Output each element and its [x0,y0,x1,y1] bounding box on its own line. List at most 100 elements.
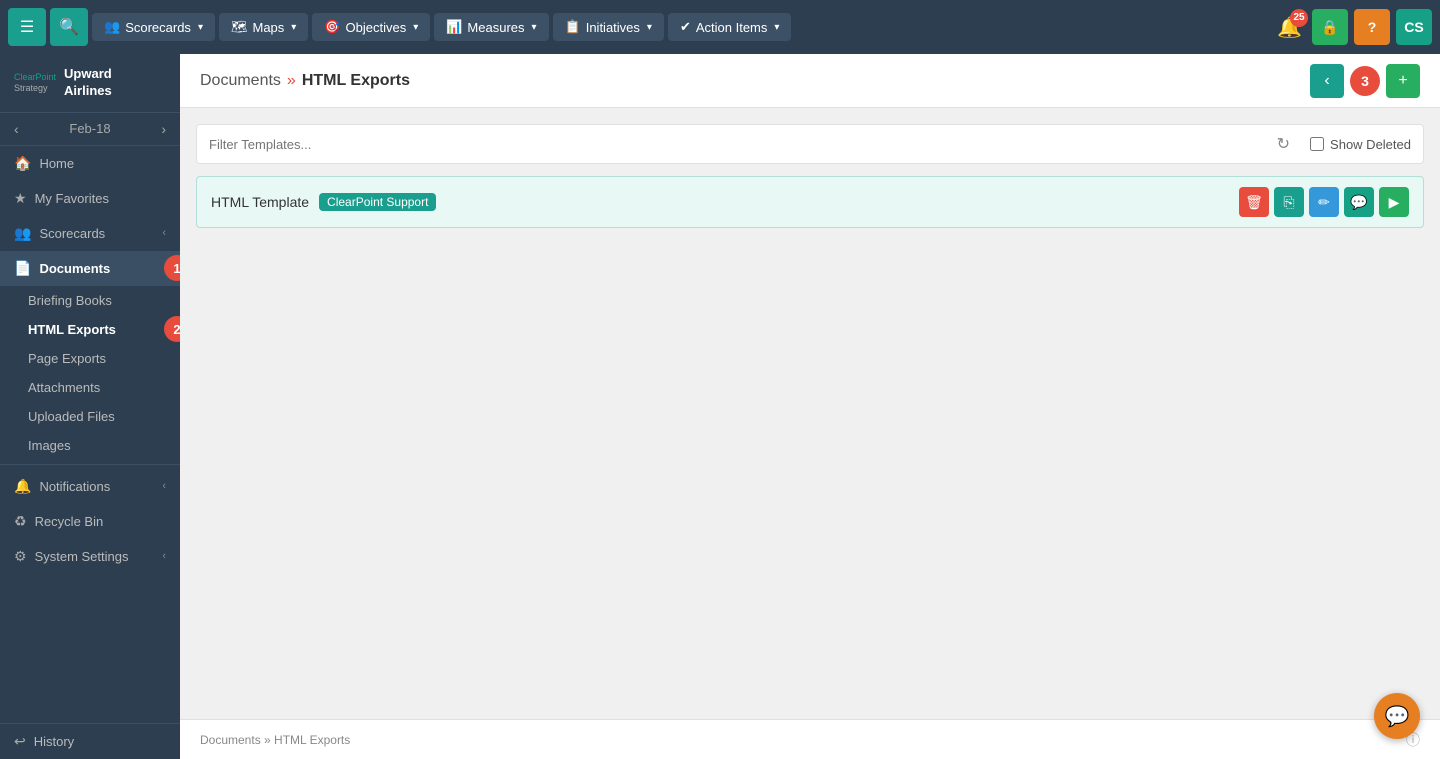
support-badge: ClearPoint Support [319,193,436,211]
scorecards-nav-icon: 👥 [104,19,120,35]
home-icon: 🏠 [14,155,31,172]
star-icon: ★ [14,190,27,207]
chat-icon: 💬 [1385,704,1410,729]
maps-nav-button[interactable]: 🗺 Maps ▾ [219,13,308,41]
sidebar-item-notifications[interactable]: 🔔 Notifications ‹ [0,469,180,504]
period-next-button[interactable]: › [161,121,166,137]
annotation-badge-3: 3 [1350,66,1380,96]
notification-badge: 25 [1290,9,1308,27]
sidebar-item-home[interactable]: 🏠 Home [0,146,180,181]
template-actions: 🗑 ⎘ ✏ 💬 ▶ [1239,187,1409,217]
lock-icon: 🔒 [1321,19,1338,36]
breadcrumb-separator: » [287,72,296,90]
sidebar-item-uploaded-files[interactable]: Uploaded Files [0,402,180,431]
sidebar-item-documents[interactable]: 📄 Documents 1 [0,251,180,286]
dropdown-arrow-icon: ▾ [774,22,779,33]
copy-template-button[interactable]: ⎘ [1274,187,1304,217]
collapse-arrow-icon: ‹ [162,480,166,492]
prev-page-button[interactable]: ‹ [1310,64,1344,98]
period-label: Feb-18 [69,121,110,136]
delete-template-button[interactable]: 🗑 [1239,187,1269,217]
dropdown-arrow-icon: ▾ [647,22,652,33]
documents-icon: 📄 [14,260,31,277]
sidebar-item-recycle-bin[interactable]: ♻ Recycle Bin [0,504,180,539]
objectives-nav-icon: 🎯 [324,19,340,35]
content-header: Documents » HTML Exports ‹ 3 + [180,54,1440,108]
footer-breadcrumb: Documents » HTML Exports [200,733,350,747]
copy-icon: ⎘ [1283,194,1294,211]
nav-right-actions: 🔔 25 🔒 ? CS [1273,9,1432,45]
help-button[interactable]: ? [1354,9,1390,45]
breadcrumb: Documents » HTML Exports [200,72,410,90]
sidebar-period: ‹ Feb-18 › [0,113,180,146]
dropdown-arrow-icon: ▾ [532,22,537,33]
search-icon: 🔍 [59,17,79,37]
search-button[interactable]: 🔍 [50,8,88,46]
sidebar-item-html-exports[interactable]: HTML Exports 2 [0,315,180,344]
dropdown-arrow-icon: ▾ [198,22,203,33]
maps-nav-icon: 🗺 [231,19,248,35]
hamburger-icon: ☰ [20,17,34,37]
annotation-badge-1: 1 [164,255,180,281]
collapse-arrow-icon: ‹ [162,550,166,562]
initiatives-nav-button[interactable]: 📋 Initiatives ▾ [553,13,664,41]
sidebar-item-briefing-books[interactable]: Briefing Books [0,286,180,315]
notification-button[interactable]: 🔔 25 [1273,11,1306,44]
period-prev-button[interactable]: ‹ [14,121,19,137]
hamburger-menu-button[interactable]: ☰ [8,8,46,46]
chat-button[interactable]: 💬 [1374,693,1420,739]
content-area: Documents » HTML Exports ‹ 3 + [180,54,1440,759]
sidebar-logo: ClearPoint Strategy UpwardAirlines [0,54,180,113]
sidebar-item-page-exports[interactable]: Page Exports [0,344,180,373]
sidebar-item-system-settings[interactable]: ⚙ System Settings ‹ [0,539,180,574]
breadcrumb-current: HTML Exports [302,72,410,90]
initiatives-nav-icon: 📋 [565,19,581,35]
user-avatar-button[interactable]: CS [1396,9,1432,45]
gear-icon: ⚙ [14,548,27,565]
action-items-nav-button[interactable]: ✔ Action Items ▾ [668,13,791,41]
user-initials: CS [1404,19,1423,35]
filter-bar: ↻ Show Deleted [196,124,1424,164]
collapse-arrow-icon: ‹ [162,227,166,239]
logo-clearpoint: ClearPoint Strategy [14,72,56,94]
show-deleted-label[interactable]: Show Deleted [1330,137,1411,152]
comment-template-button[interactable]: 💬 [1344,187,1374,217]
dropdown-arrow-icon: ▾ [413,22,418,33]
annotation-badge-2: 2 [164,316,180,342]
refresh-icon: ↻ [1277,136,1290,153]
show-deleted-wrap: Show Deleted [1310,137,1411,152]
edit-icon: ✏ [1318,194,1330,211]
action-items-nav-icon: ✔ [680,19,691,35]
top-navigation: ☰ 🔍 👥 Scorecards ▾ 🗺 Maps ▾ 🎯 Objectives… [0,0,1440,54]
filter-templates-input[interactable] [209,137,1265,152]
sidebar-item-images[interactable]: Images [0,431,180,460]
content-body: ↻ Show Deleted HTML Template ClearPoint … [180,108,1440,719]
objectives-nav-button[interactable]: 🎯 Objectives ▾ [312,13,430,41]
content-footer: Documents » HTML Exports ⓘ [180,719,1440,759]
sidebar-item-history[interactable]: ↩ History [0,723,180,759]
sidebar-item-scorecards[interactable]: 👥 Scorecards ‹ [0,216,180,251]
template-name: HTML Template [211,194,309,210]
measures-nav-icon: 📊 [446,19,462,35]
user-profile-button[interactable]: 🔒 [1312,9,1348,45]
logo-company: UpwardAirlines [64,66,112,100]
refresh-button[interactable]: ↻ [1273,130,1294,158]
chevron-left-icon: ‹ [1324,72,1329,90]
measures-nav-button[interactable]: 📊 Measures ▾ [434,13,548,41]
edit-template-button[interactable]: ✏ [1309,187,1339,217]
comment-icon: 💬 [1350,194,1367,211]
plus-icon: + [1398,72,1407,90]
dropdown-arrow-icon: ▾ [291,22,296,33]
show-deleted-checkbox[interactable] [1310,137,1324,151]
add-template-button[interactable]: + [1386,64,1420,98]
breadcrumb-parent: Documents [200,72,281,90]
run-template-button[interactable]: ▶ [1379,187,1409,217]
history-icon: ↩ [14,733,26,750]
sidebar-item-favorites[interactable]: ★ My Favorites [0,181,180,216]
scorecards-nav-button[interactable]: 👥 Scorecards ▾ [92,13,215,41]
annotation-3-container: 3 [1350,66,1380,96]
sidebar-item-attachments[interactable]: Attachments [0,373,180,402]
template-row: HTML Template ClearPoint Support 🗑 ⎘ ✏ 💬 [196,176,1424,228]
trash-icon: 🗑 [1245,194,1263,211]
main-layout: ClearPoint Strategy UpwardAirlines ‹ Feb… [0,54,1440,759]
